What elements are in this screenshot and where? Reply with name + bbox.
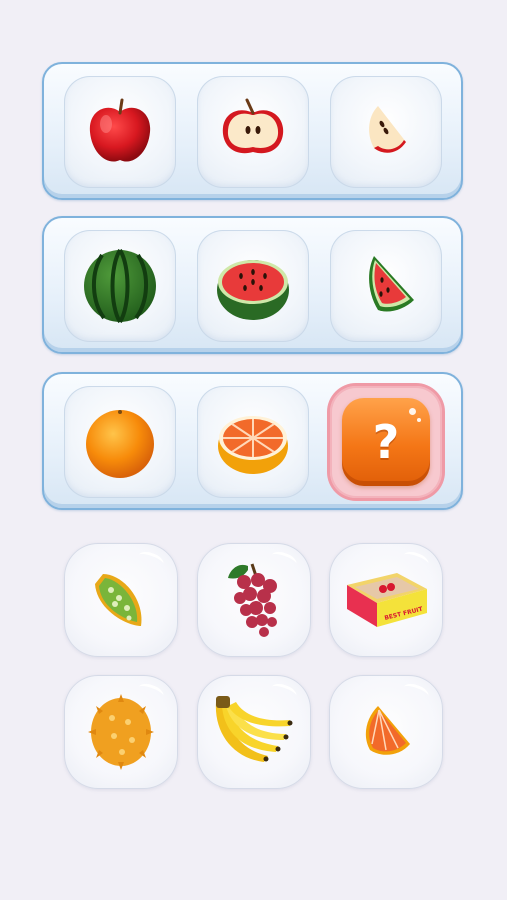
watermelon-half-icon (217, 260, 289, 320)
bananas-icon (215, 696, 293, 762)
slot-1-2[interactable] (197, 76, 309, 188)
shine-dot-small (417, 418, 421, 422)
slot-2-2[interactable] (197, 230, 309, 342)
orange-slice-icon (365, 706, 410, 755)
grapes-icon (228, 563, 277, 637)
fruit-box-icon: BEST FRUIT (347, 573, 427, 627)
shine-dot (409, 408, 416, 415)
watermelon-whole-icon (84, 248, 156, 324)
slot-2-3[interactable] (330, 230, 442, 342)
tray-item-1[interactable] (64, 543, 178, 657)
apple-half-icon (222, 98, 284, 154)
orange-half-icon (218, 416, 288, 474)
tray-item-2[interactable] (197, 543, 311, 657)
slot-1-1[interactable] (64, 76, 176, 188)
tray-item-5[interactable] (197, 675, 311, 789)
slot-1-3[interactable] (330, 76, 442, 188)
slot-3-2[interactable] (197, 386, 309, 498)
slot-3-1[interactable] (64, 386, 176, 498)
tray-item-4[interactable] (64, 675, 178, 789)
apple-whole-icon (89, 98, 151, 162)
tray-item-3[interactable]: BEST FRUIT (329, 543, 443, 657)
board-row-2 (42, 216, 463, 354)
slot-3-3[interactable]: ? (330, 386, 442, 498)
watermelon-slice-icon (369, 256, 414, 312)
mystery-hint-button[interactable]: ? (342, 398, 430, 486)
board-row-1 (42, 62, 463, 200)
slot-2-1[interactable] (64, 230, 176, 342)
question-mark-icon: ? (372, 415, 400, 469)
apple-slice-icon (369, 106, 406, 153)
orange-whole-icon (86, 410, 154, 478)
kiwano-whole-icon (88, 694, 154, 770)
tray-item-6[interactable] (329, 675, 443, 789)
board-row-3: ? (42, 372, 463, 510)
kiwano-slice-icon (95, 574, 142, 626)
